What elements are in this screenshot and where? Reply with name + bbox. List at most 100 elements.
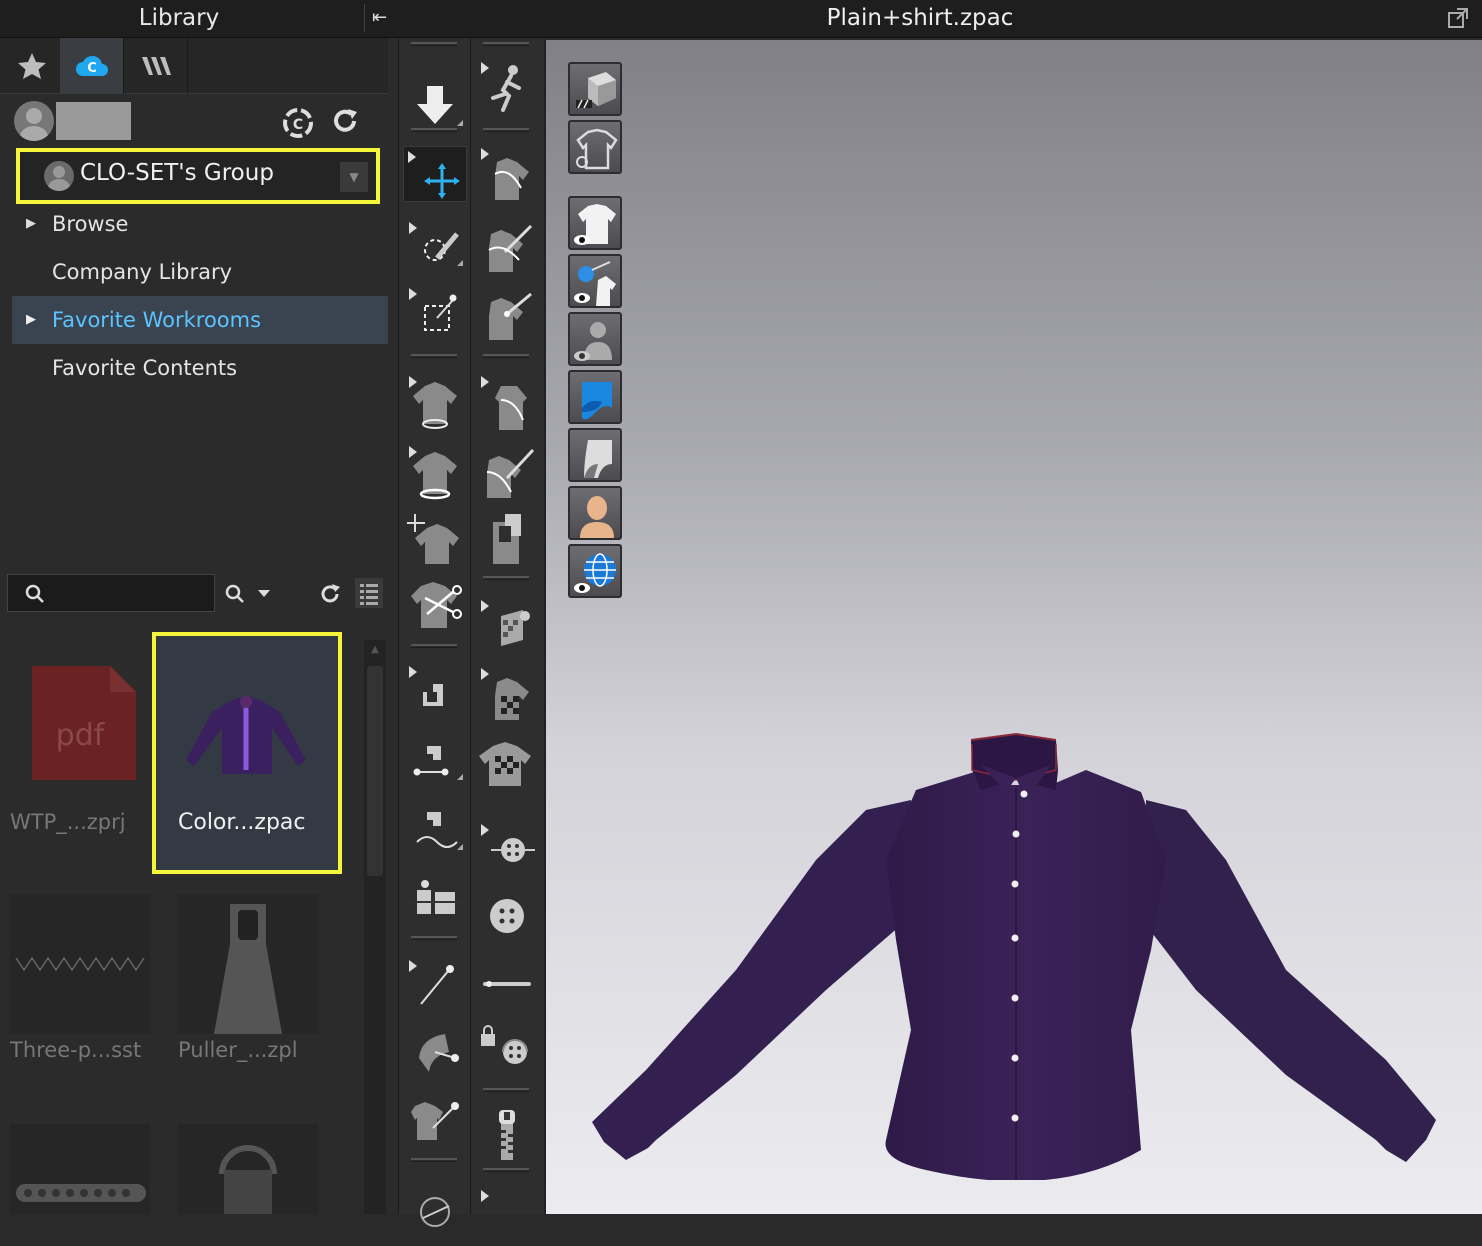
popout-window-icon[interactable]: [1446, 6, 1470, 30]
fabric-render-button[interactable]: [568, 370, 622, 424]
texture-placement-icon[interactable]: [477, 664, 537, 724]
box-select-pin-icon[interactable]: [405, 284, 465, 344]
list-view-icon[interactable]: [355, 578, 383, 608]
tab-clo-set[interactable]: C: [60, 38, 124, 94]
refresh-icon[interactable]: [318, 582, 342, 606]
button-icon[interactable]: [477, 886, 537, 946]
star-icon: [17, 53, 46, 79]
username-redacted: [56, 102, 131, 140]
show-3d-garment-button[interactable]: [568, 196, 622, 250]
tab-favorites[interactable]: [0, 38, 64, 94]
separator: [411, 128, 457, 132]
expand-triangle-icon[interactable]: ▶: [26, 296, 36, 344]
show-environment-button[interactable]: [568, 544, 622, 598]
library-header: Library ⇤: [0, 0, 398, 38]
3d-viewport[interactable]: [544, 40, 1482, 1214]
edit-point-icon[interactable]: [477, 284, 537, 344]
tool-column-2: [470, 38, 544, 1214]
library-thumbnail-grid: pdf WTP_...zprj Color...zpac Three-p...s…: [0, 630, 362, 1214]
group-dropdown[interactable]: CLO-SET's Group ▼: [16, 148, 380, 204]
svg-text:C: C: [87, 61, 97, 76]
texture-edit-icon[interactable]: [477, 596, 537, 656]
trim-preview: [10, 894, 150, 1034]
zipper-icon[interactable]: [477, 1106, 537, 1166]
expand-triangle-icon[interactable]: ▶: [26, 200, 36, 248]
show-trims-button[interactable]: [568, 254, 622, 308]
separator: [411, 1158, 457, 1162]
account-row: C: [0, 96, 388, 146]
avatar-eye-icon: [574, 322, 612, 361]
fabric-grey-icon: [584, 440, 612, 478]
search-filter-dropdown-icon[interactable]: [222, 580, 272, 608]
button-placement-icon[interactable]: [477, 820, 537, 880]
svg-text:pdf: pdf: [56, 718, 106, 753]
lasso-brush-icon[interactable]: [405, 218, 465, 278]
transform-pattern-icon[interactable]: [477, 372, 537, 432]
buttonhole-icon[interactable]: [477, 956, 537, 1016]
buckle-preview: [178, 1124, 318, 1214]
nav-item-favorite-workrooms[interactable]: ▶ Favorite Workrooms: [12, 296, 388, 344]
fabric-solid-button[interactable]: [568, 428, 622, 482]
viewport-header: Plain+shirt.zpac: [398, 0, 1482, 38]
sync-icon[interactable]: C: [281, 106, 315, 140]
tab-workroom[interactable]: [124, 38, 188, 94]
refresh-icon[interactable]: [330, 106, 360, 136]
edit-pattern-icon[interactable]: [477, 144, 537, 204]
separator: [483, 1088, 529, 1092]
nav-item-browse[interactable]: ▶ Browse: [12, 200, 388, 248]
3d-shirt-model[interactable]: [586, 730, 1446, 1180]
thumbnail-scrollbar[interactable]: ▲: [364, 640, 386, 1214]
select-garment-icon[interactable]: [405, 372, 465, 432]
scroll-thumb[interactable]: [367, 666, 383, 876]
collapse-panel-icon[interactable]: ⇤: [364, 4, 394, 32]
tack-tool-icon[interactable]: [405, 1020, 465, 1080]
avatar-pose-icon[interactable]: [477, 58, 537, 118]
cube-render-icon: [576, 72, 616, 109]
piping-icon[interactable]: [477, 1186, 537, 1246]
select-move-tool-active[interactable]: [403, 146, 467, 202]
workroom-w-icon: [141, 57, 171, 75]
free-sewing-icon[interactable]: [405, 732, 465, 792]
nav-item-favorite-contents[interactable]: Favorite Contents: [12, 344, 388, 392]
separator: [483, 128, 529, 132]
draw-curve-icon[interactable]: [477, 442, 537, 502]
avatar[interactable]: [14, 101, 54, 141]
shirt-eye-icon: [574, 204, 616, 245]
group-avatar: [44, 161, 74, 191]
rotate-tool-icon[interactable]: [405, 1178, 465, 1238]
show-garment-button[interactable]: [568, 120, 622, 174]
search-row: [0, 568, 388, 620]
copy-pattern-icon[interactable]: [477, 508, 537, 568]
chevron-down-icon[interactable]: ▼: [340, 162, 368, 192]
clo-set-cloud-icon: C: [75, 55, 108, 76]
avatar-skin-button[interactable]: [568, 486, 622, 540]
chain-preview: [10, 1124, 150, 1214]
check-sewing-icon[interactable]: [405, 874, 465, 934]
transform-garment-icon[interactable]: [405, 510, 465, 570]
segment-sewing-icon[interactable]: [405, 662, 465, 722]
move-arrows-icon: [408, 151, 460, 199]
pin-tool-icon[interactable]: [405, 956, 465, 1016]
scissors-garment-icon[interactable]: [405, 578, 465, 638]
nav-item-company-library[interactable]: Company Library: [12, 248, 388, 296]
library-title: Library: [138, 5, 220, 31]
garment-pin-icon[interactable]: [405, 1092, 465, 1152]
library-tabs: C: [0, 38, 388, 94]
show-avatar-button[interactable]: [568, 312, 622, 366]
button-trim-eye-icon: [574, 261, 616, 306]
scroll-up-icon[interactable]: ▲: [364, 640, 386, 660]
texture-garment-icon[interactable]: [477, 732, 537, 792]
library-item-selected[interactable]: Color...zpac: [152, 632, 342, 874]
garment-fit-icon[interactable]: [405, 442, 465, 502]
separator: [411, 354, 457, 358]
edit-sewing-icon[interactable]: [405, 802, 465, 862]
lock-button-icon[interactable]: [477, 1018, 537, 1078]
separator: [411, 644, 457, 648]
viewport-mode-button[interactable]: [568, 62, 622, 116]
pdf-file-icon: pdf: [10, 630, 150, 790]
tool-column-1: [398, 38, 470, 1227]
separator: [411, 42, 457, 46]
shirt-outline-icon: [576, 128, 618, 170]
edit-curve-pen-icon[interactable]: [477, 216, 537, 276]
separator: [483, 42, 529, 46]
